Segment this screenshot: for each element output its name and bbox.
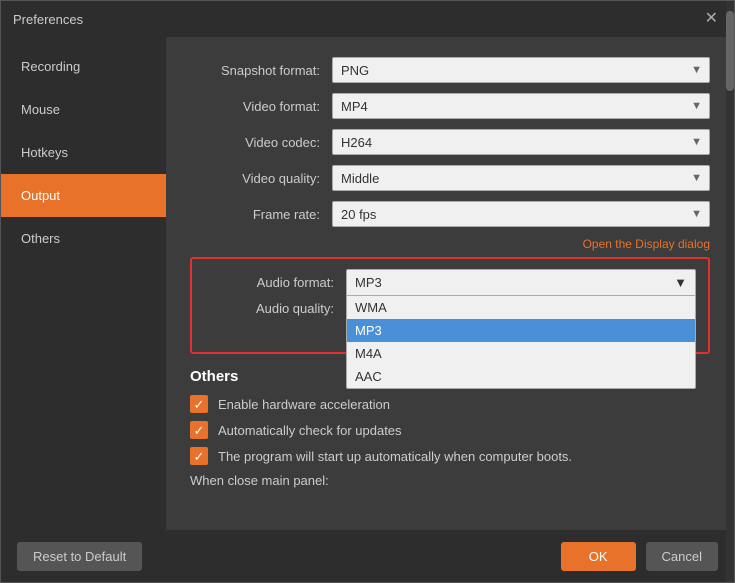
checkbox-label-hardware: Enable hardware acceleration [218, 397, 390, 412]
sidebar-item-others[interactable]: Others [1, 217, 166, 260]
open-display-link[interactable]: Open the Display dialog [583, 237, 710, 251]
checkbox-autostart[interactable]: ✓ [190, 447, 208, 465]
audio-format-selected[interactable]: MP3 ▼ [346, 269, 696, 295]
sidebar-item-output[interactable]: Output [1, 174, 166, 217]
frame-rate-label: Frame rate: [190, 207, 320, 222]
main-content: Recording Mouse Hotkeys Output Others Sn… [1, 37, 734, 530]
footer-right: OK Cancel [561, 542, 718, 571]
frame-rate-select[interactable]: 15 fps 20 fps 25 fps 30 fps [332, 201, 710, 227]
video-quality-wrapper: Low Middle High ▼ [332, 165, 710, 191]
snapshot-format-select[interactable]: PNG JPG BMP [332, 57, 710, 83]
reset-button[interactable]: Reset to Default [17, 542, 142, 571]
audio-format-option-aac[interactable]: AAC [347, 365, 695, 388]
display-link-row: Open the Display dialog [190, 237, 710, 251]
checkmark-autostart: ✓ [194, 450, 205, 463]
frame-rate-wrapper: 15 fps 20 fps 25 fps 30 fps ▼ [332, 201, 710, 227]
title-bar: Preferences ✕ [1, 1, 734, 37]
scrollbar-thumb[interactable] [726, 37, 734, 91]
audio-format-value: MP3 [355, 275, 382, 290]
checkbox-row-hardware: ✓ Enable hardware acceleration [190, 395, 710, 413]
sidebar-item-hotkeys[interactable]: Hotkeys [1, 131, 166, 174]
cancel-button[interactable]: Cancel [646, 542, 718, 571]
audio-format-option-mp3[interactable]: MP3 [347, 319, 695, 342]
sidebar-item-recording[interactable]: Recording [1, 45, 166, 88]
audio-format-dropdown-list: WMA MP3 M4A AAC [346, 295, 696, 389]
snapshot-format-label: Snapshot format: [190, 63, 320, 78]
video-codec-wrapper: H264 H265 ▼ [332, 129, 710, 155]
checkmark-hardware: ✓ [194, 398, 205, 411]
dialog-title: Preferences [13, 12, 83, 27]
video-codec-label: Video codec: [190, 135, 320, 150]
checkbox-hardware[interactable]: ✓ [190, 395, 208, 413]
sidebar: Recording Mouse Hotkeys Output Others [1, 37, 166, 530]
audio-format-label: Audio format: [204, 275, 334, 290]
scrollbar-track[interactable] [726, 37, 734, 530]
sidebar-item-mouse[interactable]: Mouse [1, 88, 166, 131]
checkbox-updates[interactable]: ✓ [190, 421, 208, 439]
video-quality-row: Video quality: Low Middle High ▼ [190, 165, 710, 191]
checkbox-row-updates: ✓ Automatically check for updates [190, 421, 710, 439]
audio-format-option-m4a[interactable]: M4A [347, 342, 695, 365]
audio-format-chevron: ▼ [674, 275, 687, 290]
video-format-wrapper: MP4 AVI MOV ▼ [332, 93, 710, 119]
video-codec-select[interactable]: H264 H265 [332, 129, 710, 155]
video-format-select[interactable]: MP4 AVI MOV [332, 93, 710, 119]
checkbox-row-autostart: ✓ The program will start up automaticall… [190, 447, 710, 465]
checkbox-label-autostart: The program will start up automatically … [218, 449, 572, 464]
checkbox-label-updates: Automatically check for updates [218, 423, 402, 438]
checkmark-updates: ✓ [194, 424, 205, 437]
frame-rate-row: Frame rate: 15 fps 20 fps 25 fps 30 fps … [190, 201, 710, 227]
video-format-label: Video format: [190, 99, 320, 114]
footer: Reset to Default OK Cancel [1, 530, 734, 582]
video-quality-select[interactable]: Low Middle High [332, 165, 710, 191]
video-codec-row: Video codec: H264 H265 ▼ [190, 129, 710, 155]
snapshot-format-row: Snapshot format: PNG JPG BMP ▼ [190, 57, 710, 83]
audio-format-dropdown-container: MP3 ▼ WMA MP3 M4A AAC [346, 269, 696, 295]
audio-format-option-wma[interactable]: WMA [347, 296, 695, 319]
audio-format-row: Audio format: MP3 ▼ WMA MP3 M4A AAC [204, 269, 696, 295]
video-quality-label: Video quality: [190, 171, 320, 186]
when-close-label: When close main panel: [190, 473, 710, 488]
content-area: Snapshot format: PNG JPG BMP ▼ Video for… [166, 37, 734, 530]
audio-quality-label: Audio quality: [204, 301, 334, 316]
video-format-row: Video format: MP4 AVI MOV ▼ [190, 93, 710, 119]
snapshot-format-wrapper: PNG JPG BMP ▼ [332, 57, 710, 83]
preferences-dialog: Preferences ✕ Recording Mouse Hotkeys Ou… [0, 0, 735, 583]
close-button[interactable]: ✕ [701, 9, 722, 29]
audio-section: Audio format: MP3 ▼ WMA MP3 M4A AAC [190, 257, 710, 354]
ok-button[interactable]: OK [561, 542, 636, 571]
